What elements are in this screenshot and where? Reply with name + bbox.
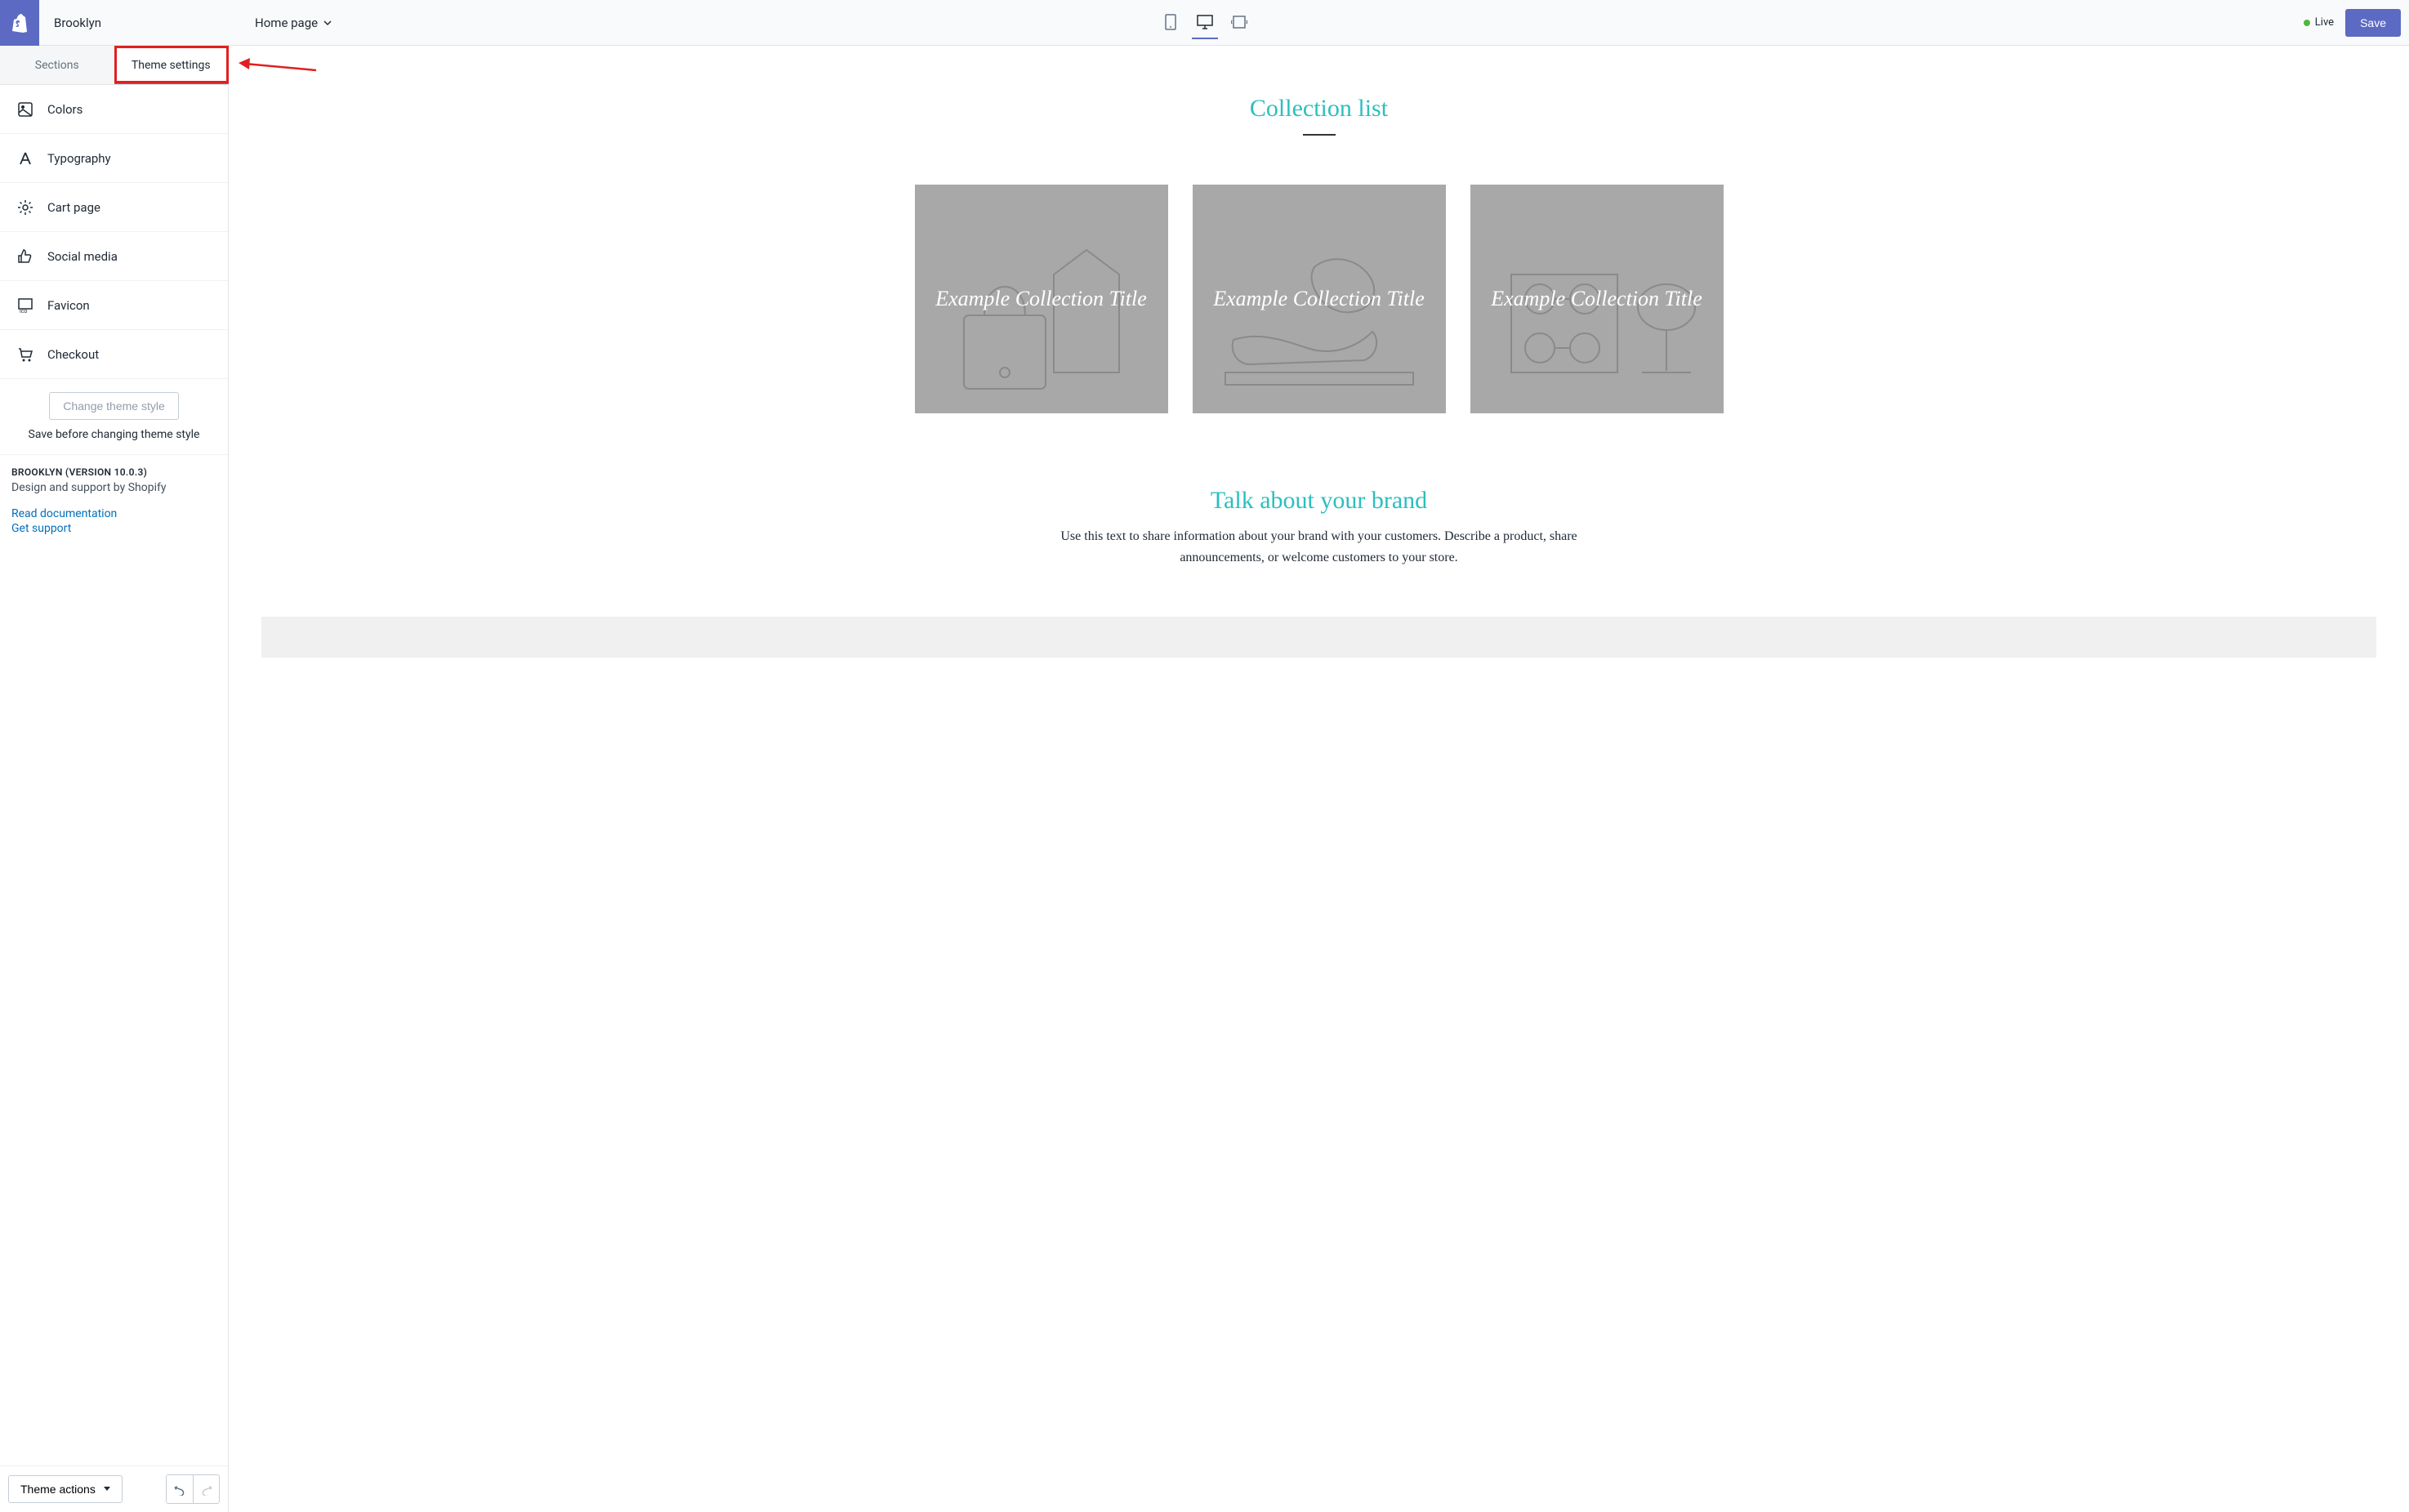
theme-meta-section: BROOKLYN (VERSION 10.0.3) Design and sup… [0, 455, 228, 548]
change-style-note: Save before changing theme style [13, 428, 215, 441]
sidebar-bottom-bar: Theme actions [0, 1465, 228, 1512]
tab-active-indicator [114, 83, 229, 84]
theme-actions-button[interactable]: Theme actions [8, 1475, 123, 1503]
sidebar: Sections Theme settings Colors Typograph… [0, 46, 229, 1512]
read-documentation-link[interactable]: Read documentation [11, 507, 216, 520]
preview-pane: Collection list Example Collection Title… [229, 46, 2409, 1512]
chevron-down-icon [323, 18, 332, 28]
change-theme-style-button[interactable]: Change theme style [49, 392, 179, 420]
theme-name: Brooklyn [39, 16, 116, 30]
theme-actions-label: Theme actions [20, 1483, 96, 1496]
theme-settings-list: Colors Typography Cart page [0, 85, 228, 379]
collection-card[interactable]: Example Collection Title [915, 185, 1168, 413]
tab-theme-settings[interactable]: Theme settings [114, 46, 229, 84]
change-style-section: Change theme style Save before changing … [0, 379, 228, 455]
cart-icon [16, 346, 34, 363]
heading-divider [1303, 134, 1336, 136]
svg-text:ico: ico [20, 308, 27, 314]
brand-text: Use this text to share information about… [1058, 526, 1581, 568]
settings-item-label: Social media [47, 249, 118, 264]
live-status: Live [2304, 16, 2334, 29]
collection-card[interactable]: Example Collection Title [1193, 185, 1446, 413]
settings-item-cart-page[interactable]: Cart page [0, 183, 228, 232]
topbar-right: Live Save [2304, 9, 2409, 37]
get-support-link[interactable]: Get support [11, 522, 216, 535]
settings-item-checkout[interactable]: Checkout [0, 330, 228, 379]
page-selector-label: Home page [255, 16, 318, 30]
redo-icon [200, 1483, 213, 1496]
live-dot-icon [2304, 20, 2310, 26]
palette-icon [16, 101, 34, 118]
caret-down-icon [104, 1487, 110, 1492]
settings-item-label: Cart page [47, 200, 100, 215]
collection-card-title: Example Collection Title [1474, 284, 1719, 313]
settings-item-typography[interactable]: Typography [0, 134, 228, 183]
collection-card-title: Example Collection Title [1197, 284, 1441, 313]
collection-card-title: Example Collection Title [919, 284, 1163, 313]
gear-icon [16, 199, 34, 216]
undo-icon [173, 1483, 186, 1496]
preview-footer [261, 617, 2376, 658]
mobile-icon [1165, 14, 1176, 30]
brand-heading: Talk about your brand [1058, 487, 1581, 515]
settings-item-label: Checkout [47, 347, 99, 362]
sidebar-tabs: Sections Theme settings [0, 46, 228, 85]
live-label: Live [2315, 16, 2334, 29]
save-button[interactable]: Save [2345, 9, 2401, 37]
mobile-preview-button[interactable] [1158, 7, 1184, 39]
fullwidth-preview-button[interactable] [1226, 7, 1252, 39]
undo-button[interactable] [167, 1475, 193, 1503]
settings-item-colors[interactable]: Colors [0, 85, 228, 134]
redo-button[interactable] [193, 1475, 219, 1503]
settings-item-label: Favicon [47, 298, 90, 313]
thumbs-up-icon [16, 248, 34, 265]
favicon-icon: ico [16, 297, 34, 314]
settings-item-label: Typography [47, 151, 111, 166]
theme-version-label: BROOKLYN (VERSION 10.0.3) [11, 466, 216, 478]
typography-icon [16, 150, 34, 167]
undo-redo-group [166, 1474, 220, 1504]
device-preview-group [1158, 7, 1252, 39]
settings-item-social-media[interactable]: Social media [0, 232, 228, 281]
collection-grid: Example Collection Title Example Collect… [261, 185, 2376, 413]
settings-item-favicon[interactable]: ico Favicon [0, 281, 228, 330]
desktop-preview-button[interactable] [1192, 7, 1218, 39]
shopify-logo [0, 0, 39, 46]
settings-item-label: Colors [47, 102, 83, 117]
expand-icon [1231, 16, 1247, 29]
theme-support-label: Design and support by Shopify [11, 481, 216, 494]
brand-section: Talk about your brand Use this text to s… [1058, 487, 1581, 568]
collection-list-heading: Collection list [261, 95, 2376, 123]
tab-sections[interactable]: Sections [0, 46, 114, 84]
desktop-icon [1197, 15, 1213, 29]
collection-card[interactable]: Example Collection Title [1470, 185, 1724, 413]
page-selector[interactable]: Home page [255, 16, 332, 30]
topbar: Brooklyn Home page Live Save [0, 0, 2409, 46]
